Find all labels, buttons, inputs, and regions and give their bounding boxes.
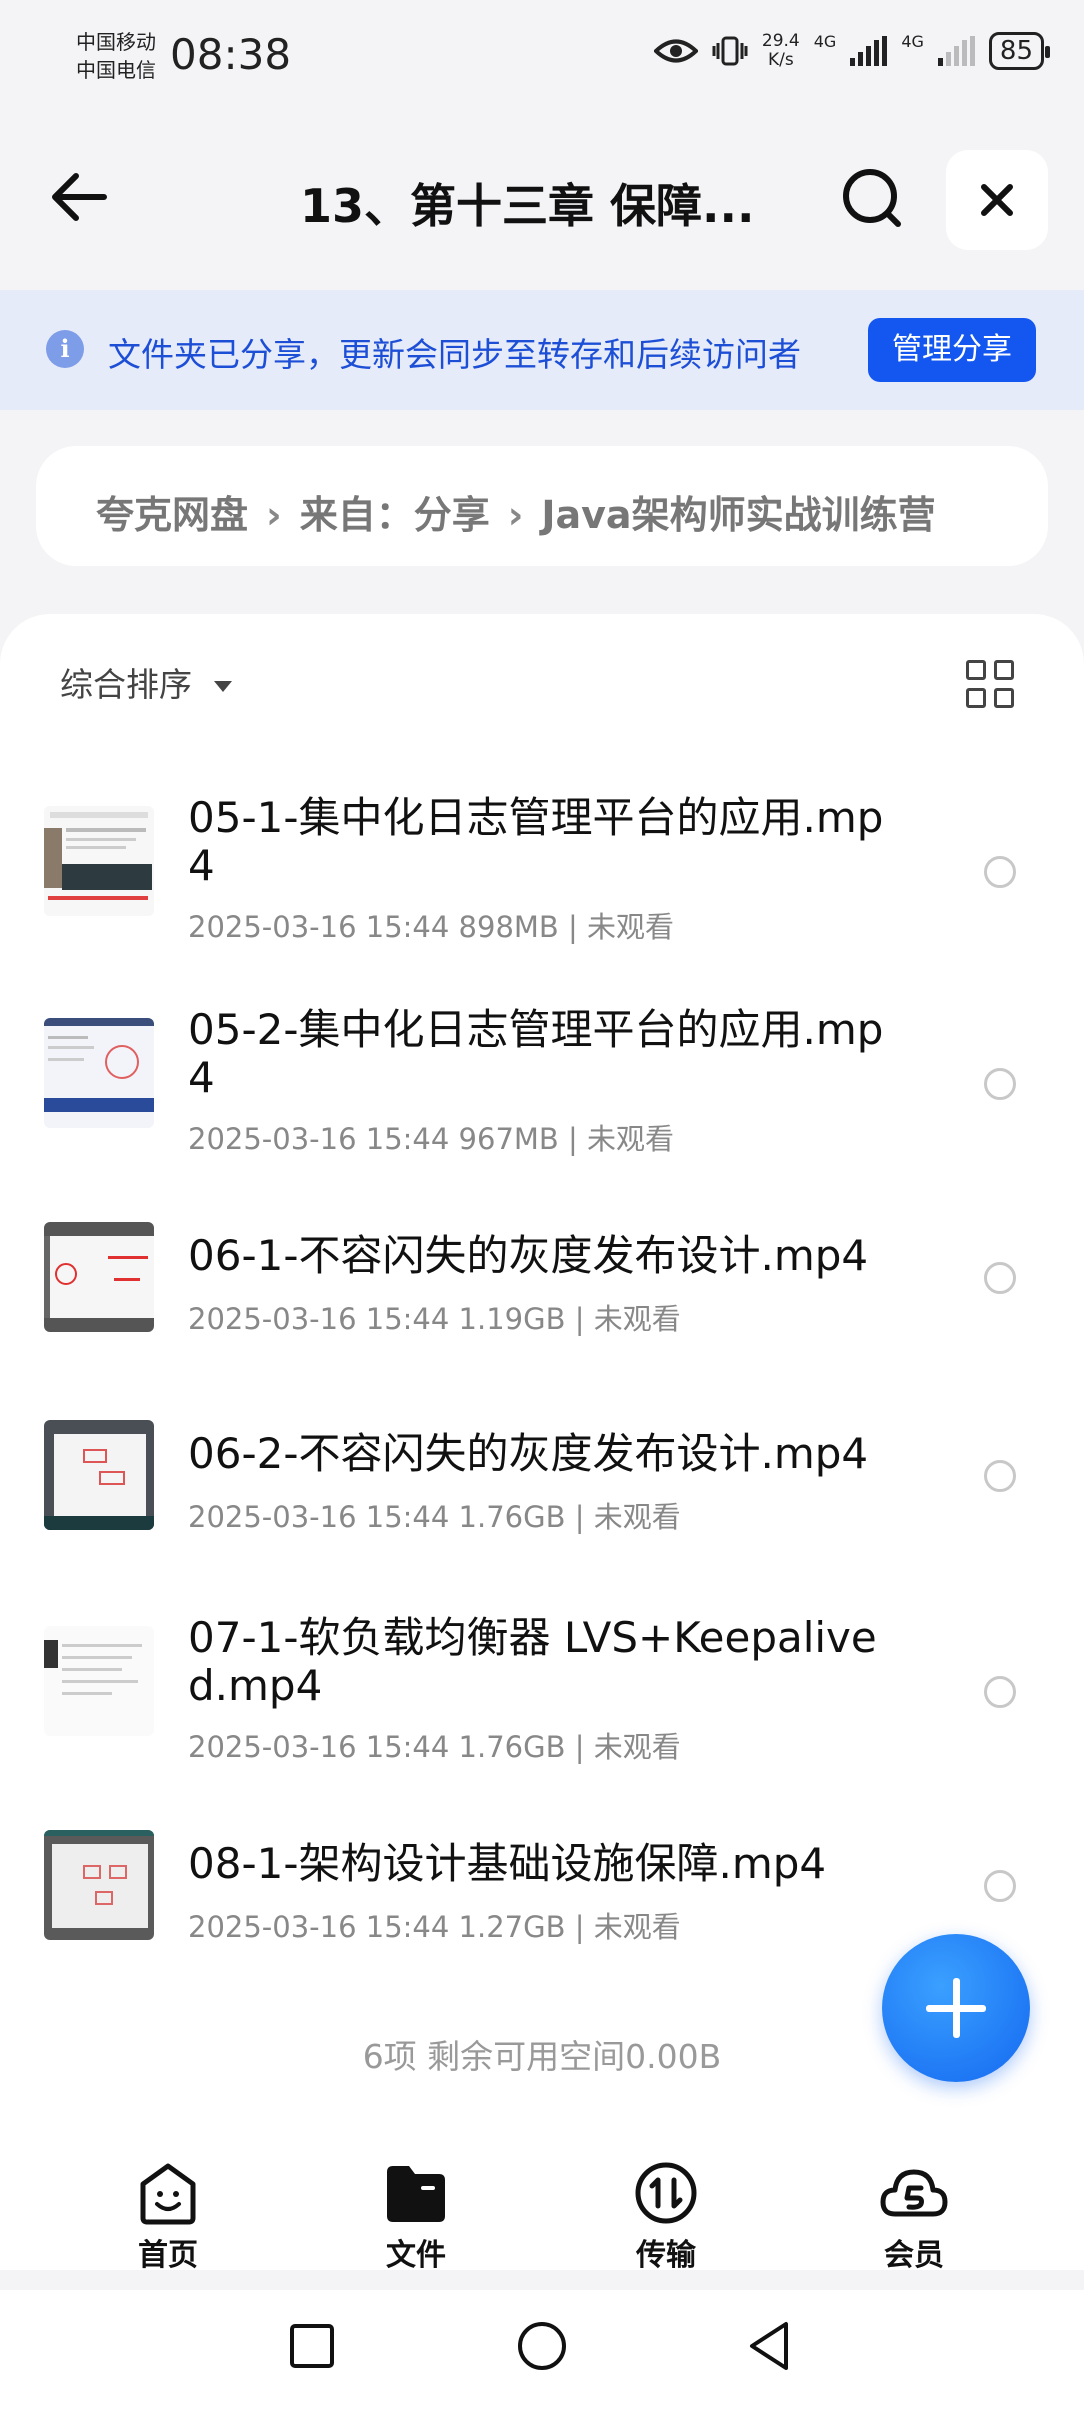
file-meta: 2025-03-16 15:44 898MB | 未观看: [188, 910, 675, 944]
grid-view-button[interactable]: [966, 660, 1014, 708]
breadcrumb-item-shared[interactable]: 来自：分享: [300, 493, 490, 537]
manage-share-button[interactable]: 管理分享: [868, 318, 1036, 382]
battery-icon: 85: [988, 32, 1051, 70]
nav-label-home: 首页: [138, 2238, 198, 2273]
title-bar: 13、第十三章 保障...: [0, 140, 1084, 260]
file-name: 06-1-不容闪失的灰度发布设计.mp4: [188, 1231, 869, 1280]
home-circle-icon[interactable]: [512, 2316, 572, 2376]
file-row[interactable]: 06-1-不容闪失的灰度发布设计.mp4 2025-03-16 15:44 1.…: [0, 1208, 1084, 1388]
file-meta: 2025-03-16 15:44 967MB | 未观看: [188, 1122, 675, 1156]
select-radio[interactable]: [984, 1262, 1016, 1294]
file-name: 07-1-软负载均衡器 LVS+Keepalived.mp4: [188, 1613, 877, 1710]
select-radio[interactable]: [984, 1068, 1016, 1100]
page-title: 13、第十三章 保障...: [300, 179, 755, 233]
video-thumbnail: [44, 1018, 154, 1128]
select-radio[interactable]: [984, 856, 1016, 888]
clock: 08:38: [170, 30, 292, 79]
file-row[interactable]: 05-2-集中化日志管理平台的应用.mp4 2025-03-16 15:44 9…: [0, 996, 1084, 1196]
file-name: 05-2-集中化日志管理平台的应用.mp4: [188, 1005, 884, 1102]
status-icons: 29.4 K/s 4G 4G 85: [653, 32, 1051, 70]
nav-item-transfer[interactable]: 传输: [596, 2160, 736, 2274]
sort-label: 综合排序: [60, 665, 192, 704]
close-icon: [981, 184, 1013, 216]
speed-value: 29.4: [761, 31, 800, 51]
video-thumbnail: [44, 1222, 154, 1332]
transfer-icon: [635, 2162, 697, 2224]
breadcrumb-item-folder[interactable]: Java架构师实战训练营: [541, 493, 935, 537]
nav-label-files: 文件: [386, 2238, 446, 2273]
chevron-right-icon: ›: [266, 493, 282, 537]
sort-dropdown[interactable]: 综合排序: [60, 658, 232, 706]
system-nav-bar: [0, 2290, 1084, 2412]
nav-item-member[interactable]: 会员: [844, 2160, 984, 2274]
breadcrumb-item-root[interactable]: 夸克网盘: [96, 493, 248, 537]
select-radio[interactable]: [984, 1870, 1016, 1902]
carrier-2: 中国电信: [76, 58, 156, 82]
file-name: 06-2-不容闪失的灰度发布设计.mp4: [188, 1429, 869, 1478]
eye-icon: [653, 39, 698, 63]
carrier-1: 中国移动: [76, 30, 156, 54]
breadcrumb: 夸克网盘 › 来自：分享 › Java架构师实战训练营: [36, 446, 1048, 566]
arrow-left-icon: [52, 173, 107, 221]
info-icon: i: [46, 330, 84, 368]
caret-down-icon: [214, 681, 232, 692]
file-row[interactable]: 07-1-软负载均衡器 LVS+Keepalived.mp4 2025-03-1…: [0, 1604, 1084, 1804]
close-button[interactable]: [946, 150, 1048, 250]
signal-icon-1: [850, 36, 888, 66]
vibrate-icon: [712, 36, 748, 66]
file-meta: 2025-03-16 15:44 1.76GB | 未观看: [188, 1730, 681, 1764]
video-thumbnail: [44, 806, 154, 916]
file-meta: 2025-03-16 15:44 1.19GB | 未观看: [188, 1302, 681, 1336]
cloud-member-icon: [880, 2169, 948, 2217]
video-thumbnail: [44, 1626, 154, 1736]
signal-icon-2: [937, 36, 975, 66]
search-icon: [843, 169, 901, 227]
network-type-1: 4G: [813, 32, 837, 51]
back-button[interactable]: [44, 162, 114, 232]
select-radio[interactable]: [984, 1676, 1016, 1708]
file-meta: 2025-03-16 15:44 1.27GB | 未观看: [188, 1910, 681, 1944]
nav-label-transfer: 传输: [636, 2238, 696, 2273]
folder-icon: [387, 2166, 445, 2222]
network-type-2: 4G: [901, 32, 924, 51]
select-radio[interactable]: [984, 1460, 1016, 1492]
smiley-home-icon: [140, 2163, 196, 2225]
recents-square-icon[interactable]: [282, 2316, 342, 2376]
status-bar: 中国移动 中国电信 08:38 29.4 K/s 4G 4G 85: [0, 0, 1084, 120]
network-speed: 29.4 K/s: [762, 32, 800, 70]
video-thumbnail: [44, 1830, 154, 1940]
carrier-names: 中国移动 中国电信: [76, 28, 156, 84]
file-meta: 2025-03-16 15:44 1.76GB | 未观看: [188, 1500, 681, 1534]
file-name: 05-1-集中化日志管理平台的应用.mp4: [188, 793, 884, 890]
bottom-nav: 首页 文件 传输 会员: [0, 2150, 1084, 2273]
share-banner-text: 文件夹已分享，更新会同步至转存和后续访问者: [108, 335, 801, 374]
file-row[interactable]: 06-2-不容闪失的灰度发布设计.mp4 2025-03-16 15:44 1.…: [0, 1406, 1084, 1586]
file-name: 08-1-架构设计基础设施保障.mp4: [188, 1839, 827, 1888]
nav-item-home[interactable]: 首页: [98, 2160, 238, 2274]
share-banner: i 文件夹已分享，更新会同步至转存和后续访问者 管理分享: [0, 290, 1084, 410]
back-triangle-icon[interactable]: [740, 2316, 800, 2376]
chevron-right-icon: ›: [507, 493, 524, 537]
grid-view-icon: [966, 660, 986, 680]
nav-item-files[interactable]: 文件: [346, 2160, 486, 2274]
file-row[interactable]: 05-1-集中化日志管理平台的应用.mp4 2025-03-16 15:44 8…: [0, 784, 1084, 984]
search-button[interactable]: [840, 166, 906, 232]
video-thumbnail: [44, 1420, 154, 1530]
add-button[interactable]: [882, 1934, 1030, 2082]
file-list-panel: 综合排序 05-1-集中化日志管理平台的应用.mp4 2025-03-16 15…: [0, 614, 1084, 2154]
nav-label-member: 会员: [884, 2238, 944, 2273]
speed-unit: K/s: [767, 50, 794, 70]
